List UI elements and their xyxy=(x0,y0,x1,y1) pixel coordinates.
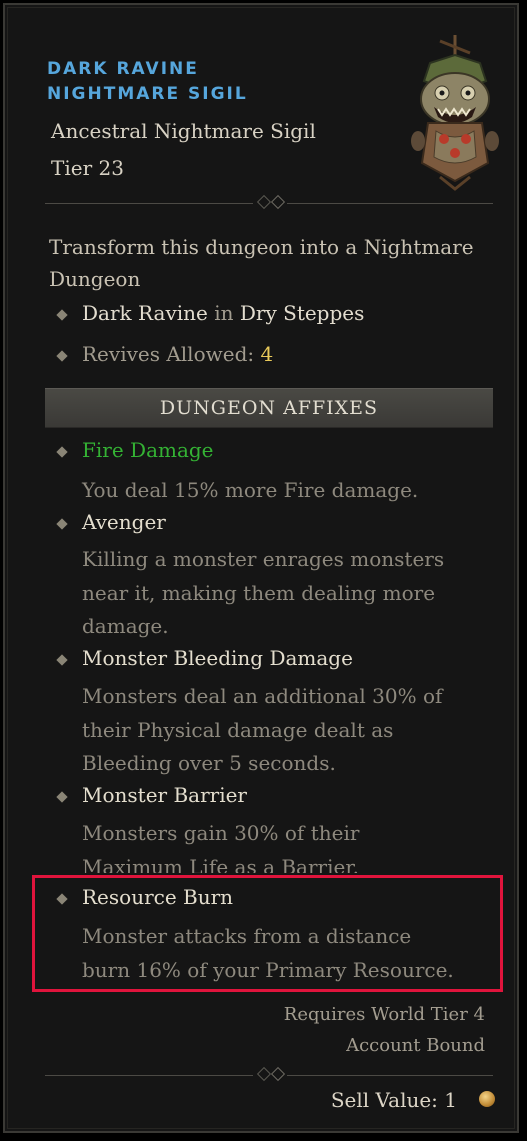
world-tier-requirement: Requires World Tier 4 xyxy=(283,1004,485,1025)
affix-description: You deal 15% more Fire damage. xyxy=(82,478,419,502)
highlight-box xyxy=(32,875,503,992)
affix-name: Fire Damage xyxy=(82,438,214,462)
bullet-icon xyxy=(56,309,68,321)
divider xyxy=(45,1066,493,1082)
item-tooltip: Dark Ravine Nightmare Sigil Ancestral Ni… xyxy=(3,3,519,1133)
revives-label: Revives Allowed: xyxy=(82,342,255,366)
bullet-icon xyxy=(56,518,68,530)
bullet-icon xyxy=(56,350,68,362)
revives-value: 4 xyxy=(260,342,274,366)
divider xyxy=(45,194,493,210)
item-name-line2: Nightmare Sigil xyxy=(47,84,248,104)
affix-description: Monsters gain 30% of their Maximum Life … xyxy=(82,821,360,873)
revives-allowed: Revives Allowed: 4 xyxy=(82,342,273,366)
description: Transform this dungeon into a Nightmare … xyxy=(49,235,474,291)
dungeon-affixes-header: DUNGEON AFFIXES xyxy=(45,388,493,428)
affix-name: Monster Bleeding Damage xyxy=(82,646,353,670)
dungeon-name: Dark Ravine xyxy=(82,301,208,325)
nightmare-sigil-icon xyxy=(411,35,499,191)
sell-value: Sell Value: 1 xyxy=(330,1088,457,1112)
item-type: Ancestral Nightmare Sigil xyxy=(51,119,316,143)
location-connector: in xyxy=(214,301,234,325)
item-name-line1: Dark Ravine xyxy=(47,59,199,79)
affix-description: Killing a monster enrages monsters near … xyxy=(82,547,445,638)
region-name: Dry Steppes xyxy=(239,301,365,325)
gold-coin-icon xyxy=(479,1091,495,1107)
item-tier: Tier 23 xyxy=(51,156,124,180)
affix-name: Monster Barrier xyxy=(82,783,247,807)
bullet-icon xyxy=(56,791,68,803)
bullet-icon xyxy=(56,446,68,458)
account-bound: Account Bound xyxy=(346,1035,485,1056)
affix-description: Monsters deal an additional 30% of their… xyxy=(82,684,443,775)
affix-name: Avenger xyxy=(82,510,166,534)
dungeon-location: Dark Ravine in Dry Steppes xyxy=(82,301,364,325)
bullet-icon xyxy=(56,654,68,666)
item-name: Dark Ravine Nightmare Sigil xyxy=(47,57,248,107)
